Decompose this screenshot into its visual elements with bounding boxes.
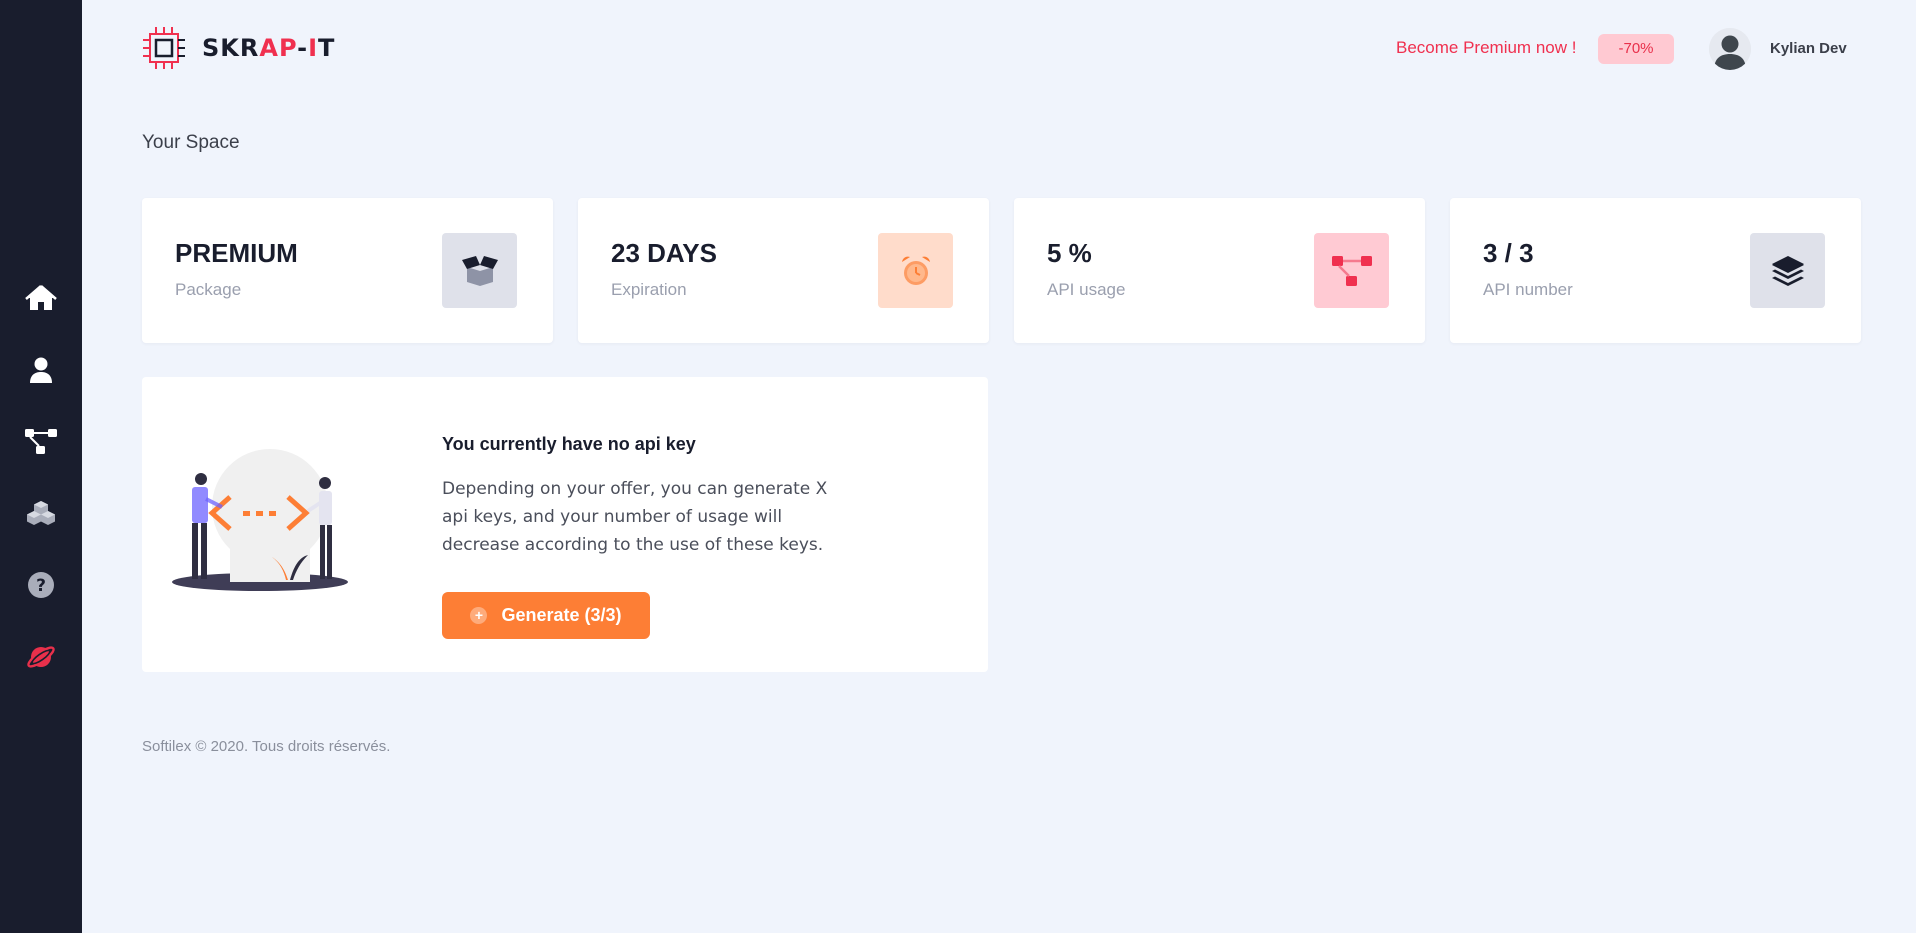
planet-icon	[27, 646, 55, 668]
sidebar-item-logout[interactable]	[0, 632, 82, 682]
stat-value: PREMIUM	[175, 238, 298, 268]
become-premium-link[interactable]: Become Premium now !	[1396, 38, 1576, 58]
people-exchanging-code-illustration	[172, 449, 348, 591]
layers-icon	[1771, 255, 1804, 286]
nodes-icon	[1331, 255, 1372, 286]
plus-circle-icon: +	[470, 607, 488, 624]
cubes-icon	[27, 501, 55, 525]
stat-icon-box	[878, 233, 953, 308]
user-avatar-icon	[1709, 28, 1751, 70]
page-title: Your Space	[142, 132, 240, 153]
api-panel-description: Depending on your offer, you can generat…	[442, 479, 828, 555]
sidebar-item-profile[interactable]	[0, 345, 82, 395]
network-icon	[25, 429, 57, 454]
stat-card-api-usage: 5 % API usage	[1014, 198, 1425, 343]
stat-label: API number	[1483, 280, 1573, 299]
open-box-icon	[461, 255, 498, 286]
brand-name: SKRAP-IT	[202, 34, 336, 62]
generate-button-label: Generate (3/3)	[501, 605, 622, 625]
stat-label: Package	[175, 280, 242, 299]
stat-icon-box	[1314, 233, 1389, 308]
sidebar-item-packages[interactable]	[0, 488, 82, 538]
cpu-chip-icon	[143, 27, 185, 69]
stat-value: 23 DAYS	[611, 238, 717, 268]
stat-value: 3 / 3	[1483, 238, 1534, 268]
question-icon: ?	[28, 572, 54, 598]
footer-copyright: Softilex © 2020. Tous droits réservés.	[142, 738, 391, 755]
user-name[interactable]: Kylian Dev	[1770, 40, 1847, 57]
sidebar-item-home[interactable]	[0, 273, 82, 323]
stat-label: API usage	[1047, 280, 1126, 299]
stat-card-expiration: 23 DAYS Expiration	[578, 198, 989, 343]
brand-logo[interactable]: SKRAP-IT	[142, 26, 335, 70]
discount-badge: -70%	[1598, 34, 1674, 64]
stat-label: Expiration	[611, 280, 687, 299]
stat-icon-box	[1750, 233, 1825, 308]
stat-card-api-number: 3 / 3 API number	[1450, 198, 1861, 343]
stat-card-package: PREMIUM Package	[142, 198, 553, 343]
avatar[interactable]	[1709, 28, 1751, 70]
stat-icon-box	[442, 233, 517, 308]
sidebar: ?	[0, 0, 82, 933]
svg-text:?: ?	[36, 576, 46, 596]
sidebar-item-help[interactable]: ?	[0, 560, 82, 610]
generate-api-key-button[interactable]: + Generate (3/3)	[442, 592, 650, 639]
stat-value: 5 %	[1047, 238, 1092, 268]
sidebar-item-api[interactable]	[0, 416, 82, 466]
api-key-panel: You currently have no api key Depending …	[142, 377, 988, 672]
home-icon	[25, 285, 57, 310]
user-icon	[30, 357, 52, 383]
alarm-clock-icon	[901, 256, 930, 285]
api-panel-title: You currently have no api key	[442, 434, 696, 454]
